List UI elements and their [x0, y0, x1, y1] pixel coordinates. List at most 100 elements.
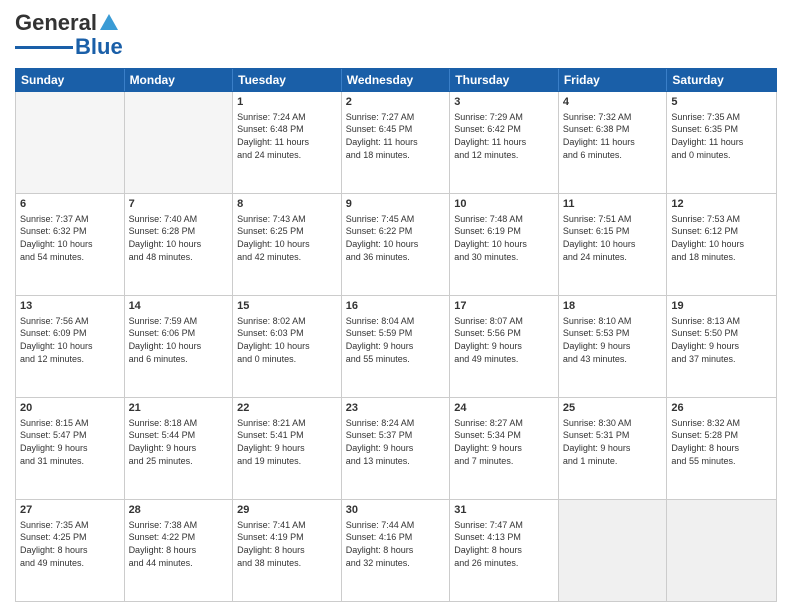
calendar-cell: 26Sunrise: 8:32 AM Sunset: 5:28 PM Dayli… — [667, 398, 776, 499]
day-info: Sunrise: 7:43 AM Sunset: 6:25 PM Dayligh… — [237, 213, 337, 263]
day-info: Sunrise: 8:30 AM Sunset: 5:31 PM Dayligh… — [563, 417, 663, 467]
calendar-header-sunday: Sunday — [16, 69, 125, 91]
calendar-cell: 27Sunrise: 7:35 AM Sunset: 4:25 PM Dayli… — [16, 500, 125, 601]
day-number: 4 — [563, 95, 663, 110]
day-number: 16 — [346, 299, 446, 314]
day-number: 10 — [454, 197, 554, 212]
calendar-cell: 19Sunrise: 8:13 AM Sunset: 5:50 PM Dayli… — [667, 296, 776, 397]
calendar-cell: 21Sunrise: 8:18 AM Sunset: 5:44 PM Dayli… — [125, 398, 234, 499]
day-number: 26 — [671, 401, 772, 416]
day-info: Sunrise: 8:15 AM Sunset: 5:47 PM Dayligh… — [20, 417, 120, 467]
logo-triangle-icon — [100, 14, 118, 30]
calendar-cell — [667, 500, 776, 601]
calendar-cell: 15Sunrise: 8:02 AM Sunset: 6:03 PM Dayli… — [233, 296, 342, 397]
calendar-cell: 10Sunrise: 7:48 AM Sunset: 6:19 PM Dayli… — [450, 194, 559, 295]
day-info: Sunrise: 7:41 AM Sunset: 4:19 PM Dayligh… — [237, 519, 337, 569]
logo: General Blue — [15, 10, 123, 60]
day-info: Sunrise: 8:07 AM Sunset: 5:56 PM Dayligh… — [454, 315, 554, 365]
calendar-header: SundayMondayTuesdayWednesdayThursdayFrid… — [15, 68, 777, 92]
calendar-cell: 24Sunrise: 8:27 AM Sunset: 5:34 PM Dayli… — [450, 398, 559, 499]
day-number: 20 — [20, 401, 120, 416]
day-number: 11 — [563, 197, 663, 212]
day-number: 13 — [20, 299, 120, 314]
calendar-cell: 17Sunrise: 8:07 AM Sunset: 5:56 PM Dayli… — [450, 296, 559, 397]
calendar-cell: 16Sunrise: 8:04 AM Sunset: 5:59 PM Dayli… — [342, 296, 451, 397]
calendar-week-1: 1Sunrise: 7:24 AM Sunset: 6:48 PM Daylig… — [16, 92, 776, 194]
day-info: Sunrise: 7:56 AM Sunset: 6:09 PM Dayligh… — [20, 315, 120, 365]
day-number: 8 — [237, 197, 337, 212]
day-info: Sunrise: 7:59 AM Sunset: 6:06 PM Dayligh… — [129, 315, 229, 365]
day-number: 23 — [346, 401, 446, 416]
calendar-cell: 7Sunrise: 7:40 AM Sunset: 6:28 PM Daylig… — [125, 194, 234, 295]
day-number: 30 — [346, 503, 446, 518]
calendar-cell: 25Sunrise: 8:30 AM Sunset: 5:31 PM Dayli… — [559, 398, 668, 499]
day-number: 6 — [20, 197, 120, 212]
logo-general-text: General — [15, 10, 97, 36]
day-info: Sunrise: 7:44 AM Sunset: 4:16 PM Dayligh… — [346, 519, 446, 569]
calendar-cell: 5Sunrise: 7:35 AM Sunset: 6:35 PM Daylig… — [667, 92, 776, 193]
day-info: Sunrise: 7:37 AM Sunset: 6:32 PM Dayligh… — [20, 213, 120, 263]
calendar-cell: 18Sunrise: 8:10 AM Sunset: 5:53 PM Dayli… — [559, 296, 668, 397]
calendar-cell: 28Sunrise: 7:38 AM Sunset: 4:22 PM Dayli… — [125, 500, 234, 601]
day-info: Sunrise: 7:53 AM Sunset: 6:12 PM Dayligh… — [671, 213, 772, 263]
calendar-cell: 8Sunrise: 7:43 AM Sunset: 6:25 PM Daylig… — [233, 194, 342, 295]
day-info: Sunrise: 8:24 AM Sunset: 5:37 PM Dayligh… — [346, 417, 446, 467]
calendar-cell: 9Sunrise: 7:45 AM Sunset: 6:22 PM Daylig… — [342, 194, 451, 295]
calendar-header-tuesday: Tuesday — [233, 69, 342, 91]
day-info: Sunrise: 7:35 AM Sunset: 6:35 PM Dayligh… — [671, 111, 772, 161]
day-info: Sunrise: 8:02 AM Sunset: 6:03 PM Dayligh… — [237, 315, 337, 365]
day-info: Sunrise: 8:21 AM Sunset: 5:41 PM Dayligh… — [237, 417, 337, 467]
day-number: 2 — [346, 95, 446, 110]
day-info: Sunrise: 7:51 AM Sunset: 6:15 PM Dayligh… — [563, 213, 663, 263]
day-info: Sunrise: 7:24 AM Sunset: 6:48 PM Dayligh… — [237, 111, 337, 161]
calendar-cell: 12Sunrise: 7:53 AM Sunset: 6:12 PM Dayli… — [667, 194, 776, 295]
calendar-week-3: 13Sunrise: 7:56 AM Sunset: 6:09 PM Dayli… — [16, 296, 776, 398]
day-number: 31 — [454, 503, 554, 518]
calendar-cell: 11Sunrise: 7:51 AM Sunset: 6:15 PM Dayli… — [559, 194, 668, 295]
calendar-cell: 6Sunrise: 7:37 AM Sunset: 6:32 PM Daylig… — [16, 194, 125, 295]
day-info: Sunrise: 8:04 AM Sunset: 5:59 PM Dayligh… — [346, 315, 446, 365]
day-info: Sunrise: 8:10 AM Sunset: 5:53 PM Dayligh… — [563, 315, 663, 365]
day-number: 17 — [454, 299, 554, 314]
day-info: Sunrise: 8:13 AM Sunset: 5:50 PM Dayligh… — [671, 315, 772, 365]
day-number: 5 — [671, 95, 772, 110]
day-info: Sunrise: 7:27 AM Sunset: 6:45 PM Dayligh… — [346, 111, 446, 161]
calendar-header-monday: Monday — [125, 69, 234, 91]
calendar-week-4: 20Sunrise: 8:15 AM Sunset: 5:47 PM Dayli… — [16, 398, 776, 500]
day-number: 28 — [129, 503, 229, 518]
day-info: Sunrise: 7:38 AM Sunset: 4:22 PM Dayligh… — [129, 519, 229, 569]
day-number: 7 — [129, 197, 229, 212]
calendar-header-thursday: Thursday — [450, 69, 559, 91]
calendar-cell: 2Sunrise: 7:27 AM Sunset: 6:45 PM Daylig… — [342, 92, 451, 193]
day-info: Sunrise: 7:35 AM Sunset: 4:25 PM Dayligh… — [20, 519, 120, 569]
calendar-cell — [125, 92, 234, 193]
day-info: Sunrise: 7:47 AM Sunset: 4:13 PM Dayligh… — [454, 519, 554, 569]
calendar-week-5: 27Sunrise: 7:35 AM Sunset: 4:25 PM Dayli… — [16, 500, 776, 601]
day-number: 3 — [454, 95, 554, 110]
calendar-cell: 31Sunrise: 7:47 AM Sunset: 4:13 PM Dayli… — [450, 500, 559, 601]
header: General Blue — [15, 10, 777, 60]
day-info: Sunrise: 8:18 AM Sunset: 5:44 PM Dayligh… — [129, 417, 229, 467]
logo-blue-text: Blue — [75, 34, 123, 60]
page: General Blue SundayMondayTuesdayWednesda… — [0, 0, 792, 612]
calendar-cell: 20Sunrise: 8:15 AM Sunset: 5:47 PM Dayli… — [16, 398, 125, 499]
calendar-cell: 3Sunrise: 7:29 AM Sunset: 6:42 PM Daylig… — [450, 92, 559, 193]
calendar-cell: 22Sunrise: 8:21 AM Sunset: 5:41 PM Dayli… — [233, 398, 342, 499]
calendar-cell — [16, 92, 125, 193]
day-info: Sunrise: 8:32 AM Sunset: 5:28 PM Dayligh… — [671, 417, 772, 467]
day-number: 22 — [237, 401, 337, 416]
day-number: 15 — [237, 299, 337, 314]
day-info: Sunrise: 7:29 AM Sunset: 6:42 PM Dayligh… — [454, 111, 554, 161]
calendar-header-friday: Friday — [559, 69, 668, 91]
day-number: 18 — [563, 299, 663, 314]
calendar-body: 1Sunrise: 7:24 AM Sunset: 6:48 PM Daylig… — [15, 92, 777, 602]
calendar-cell: 30Sunrise: 7:44 AM Sunset: 4:16 PM Dayli… — [342, 500, 451, 601]
day-number: 21 — [129, 401, 229, 416]
calendar-header-saturday: Saturday — [667, 69, 776, 91]
day-number: 27 — [20, 503, 120, 518]
day-info: Sunrise: 8:27 AM Sunset: 5:34 PM Dayligh… — [454, 417, 554, 467]
calendar-cell: 1Sunrise: 7:24 AM Sunset: 6:48 PM Daylig… — [233, 92, 342, 193]
calendar-week-2: 6Sunrise: 7:37 AM Sunset: 6:32 PM Daylig… — [16, 194, 776, 296]
calendar-cell: 4Sunrise: 7:32 AM Sunset: 6:38 PM Daylig… — [559, 92, 668, 193]
calendar-cell: 14Sunrise: 7:59 AM Sunset: 6:06 PM Dayli… — [125, 296, 234, 397]
